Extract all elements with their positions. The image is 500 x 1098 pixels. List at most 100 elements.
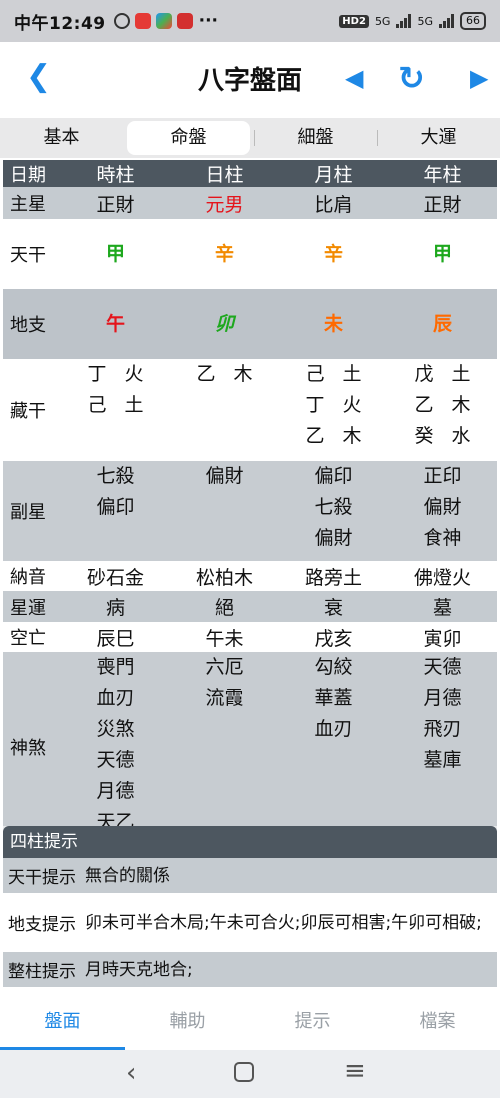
battery-icon: 66 — [460, 12, 486, 30]
hint-row-pillar: 整柱提示 月時天克地合; — [3, 952, 497, 988]
dizhi-row: 地支 午 卯 未 辰 — [3, 289, 497, 359]
four-pillars-hints: 四柱提示 天干提示 無合的關係 地支提示 卯未可半合木局;午未可合火;卯辰可相害… — [3, 826, 497, 988]
header-month-pillar: 月柱 — [279, 160, 388, 187]
nayin-day: 松柏木 — [170, 561, 279, 591]
hint-row-tiangan: 天干提示 無合的關係 — [3, 858, 497, 894]
kongwang-year: 寅卯 — [388, 622, 497, 652]
kongwang-month: 戌亥 — [279, 622, 388, 652]
page-title: 八字盤面 — [197, 66, 302, 96]
more-notifications-icon: ··· — [198, 11, 218, 31]
shensha-hour-5: 月德 — [96, 780, 135, 802]
canggan-day: 乙 木 — [170, 359, 279, 461]
canggan-month-2: 丁 火 — [305, 394, 368, 416]
app-notification-icon — [134, 13, 151, 29]
refresh-icon[interactable]: ↻ — [398, 62, 425, 94]
fuxing-month-1: 偏印 — [314, 465, 353, 487]
fuxing-year: 正印 偏財 食神 — [388, 461, 497, 561]
chart-header-row: 日期 時柱 日柱 月柱 年柱 — [3, 160, 497, 187]
status-time: 中午12:49 — [14, 13, 106, 34]
tiangan-year: 甲 — [388, 219, 497, 289]
canggan-hour-1: 丁 火 — [87, 363, 150, 385]
system-home-icon[interactable] — [234, 1062, 254, 1082]
xingyun-year: 墓 — [388, 591, 497, 622]
fuxing-month-3: 偏財 — [314, 527, 353, 549]
hint-value-dizhi: 卯未可半合木局;午未可合火;卯辰可相害;午卯可相破; — [85, 912, 482, 933]
shensha-year-4: 墓庫 — [423, 749, 462, 771]
canggan-month-3: 乙 木 — [305, 425, 368, 447]
hints-title: 四柱提示 — [3, 826, 497, 858]
bottom-nav-chart[interactable]: 盤面 — [0, 998, 125, 1050]
canggan-hour-2: 己 土 — [87, 394, 150, 416]
network-5g-label-2: 5G — [417, 14, 433, 28]
bottom-nav-assist[interactable]: 輔助 — [125, 998, 250, 1050]
status-right: HD2 5G 5G 66 — [339, 12, 486, 30]
canggan-row: 藏干 丁 火 己 土 乙 木 己 土 丁 火 乙 木 戊 土 乙 木 癸 水 — [3, 359, 497, 461]
row-label-xingyun: 星運 — [3, 591, 61, 622]
shensha-hour-1: 喪門 — [96, 656, 135, 678]
tab-major-luck[interactable]: 大運 — [377, 121, 500, 155]
fuxing-hour: 七殺 偏印 — [61, 461, 170, 561]
row-label-nayin: 納音 — [3, 561, 61, 591]
row-label-canggan: 藏干 — [3, 359, 61, 461]
hd-voice-icon: HD2 — [339, 14, 369, 28]
row-label-tiangan: 天干 — [3, 219, 61, 289]
hint-value-tiangan: 無合的關係 — [85, 865, 170, 886]
shensha-month-3: 血刃 — [314, 718, 353, 740]
xingyun-row: 星運 病 絕 衰 墓 — [3, 591, 497, 622]
shensha-month-2: 華蓋 — [314, 687, 353, 709]
canggan-month: 己 土 丁 火 乙 木 — [279, 359, 388, 461]
hint-label-dizhi: 地支提示 — [8, 915, 76, 935]
news-app-icon — [176, 13, 193, 29]
chart-tabs: 基本 命盤 細盤 大運 — [0, 118, 500, 158]
play-store-icon — [155, 13, 172, 29]
nayin-row: 納音 砂石金 松柏木 路旁土 佛燈火 — [3, 561, 497, 591]
fuxing-year-2: 偏財 — [423, 496, 462, 518]
fuxing-month-2: 七殺 — [314, 496, 353, 518]
header-date: 日期 — [3, 160, 61, 187]
hint-label-tiangan: 天干提示 — [8, 868, 76, 888]
shensha-month: 勾絞 華蓋 血刃 — [279, 652, 388, 842]
canggan-year-2: 乙 木 — [414, 394, 477, 416]
tab-detailed-chart[interactable]: 細盤 — [254, 121, 377, 155]
row-label-dizhi: 地支 — [3, 289, 61, 359]
header-day-pillar: 日柱 — [170, 160, 279, 187]
tab-basic[interactable]: 基本 — [0, 121, 123, 155]
system-back-icon[interactable]: ‹ — [126, 1060, 136, 1086]
bottom-nav-hints[interactable]: 提示 — [250, 998, 375, 1050]
tiangan-row: 天干 甲 辛 辛 甲 — [3, 219, 497, 289]
dizhi-hour: 午 — [61, 289, 170, 359]
system-menu-icon[interactable]: ≡ — [344, 1058, 366, 1084]
shensha-hour: 喪門 血刃 災煞 天德 月德 天乙 — [61, 652, 170, 842]
network-5g-label: 5G — [374, 14, 391, 28]
previous-triangle-icon[interactable]: ◀ — [345, 66, 363, 90]
tiangan-hour: 甲 — [61, 219, 170, 289]
main-star-day: 元男 — [170, 187, 279, 219]
canggan-month-1: 己 土 — [305, 363, 368, 385]
canggan-day-1: 乙 木 — [196, 363, 259, 385]
header-hour-pillar: 時柱 — [61, 160, 170, 187]
status-app-icons — [113, 13, 193, 29]
system-nav-bar: ‹ ≡ — [0, 1050, 500, 1098]
canggan-hour: 丁 火 己 土 — [61, 359, 170, 461]
xingyun-day: 絕 — [170, 591, 279, 622]
fuxing-day-1: 偏財 — [205, 465, 244, 487]
xingyun-month: 衰 — [279, 591, 388, 622]
status-bar: 中午12:49 ··· HD2 5G 5G 66 — [0, 0, 500, 42]
shensha-row: 神煞 喪門 血刃 災煞 天德 月德 天乙 六厄 流霞 勾絞 華蓋 血刃 天德 月… — [3, 652, 497, 842]
canggan-year-3: 癸 水 — [414, 425, 477, 447]
fuxing-hour-2: 偏印 — [96, 496, 135, 518]
shensha-month-1: 勾絞 — [314, 656, 353, 678]
kongwang-hour: 辰巳 — [61, 622, 170, 652]
tab-natal-chart[interactable]: 命盤 — [127, 121, 250, 155]
canggan-year-1: 戊 土 — [414, 363, 477, 385]
shensha-hour-4: 天德 — [96, 749, 135, 771]
kongwang-day: 午未 — [170, 622, 279, 652]
row-label-shensha: 神煞 — [3, 652, 61, 842]
bottom-nav-files[interactable]: 檔案 — [375, 998, 500, 1050]
main-star-row: 主星 正財 元男 比肩 正財 — [3, 187, 497, 219]
tiangan-month: 辛 — [279, 219, 388, 289]
next-triangle-icon[interactable]: ▶ — [470, 66, 488, 90]
row-label-fuxing: 副星 — [3, 461, 61, 561]
alarm-icon — [113, 13, 130, 29]
shensha-year: 天德 月德 飛刃 墓庫 — [388, 652, 497, 842]
